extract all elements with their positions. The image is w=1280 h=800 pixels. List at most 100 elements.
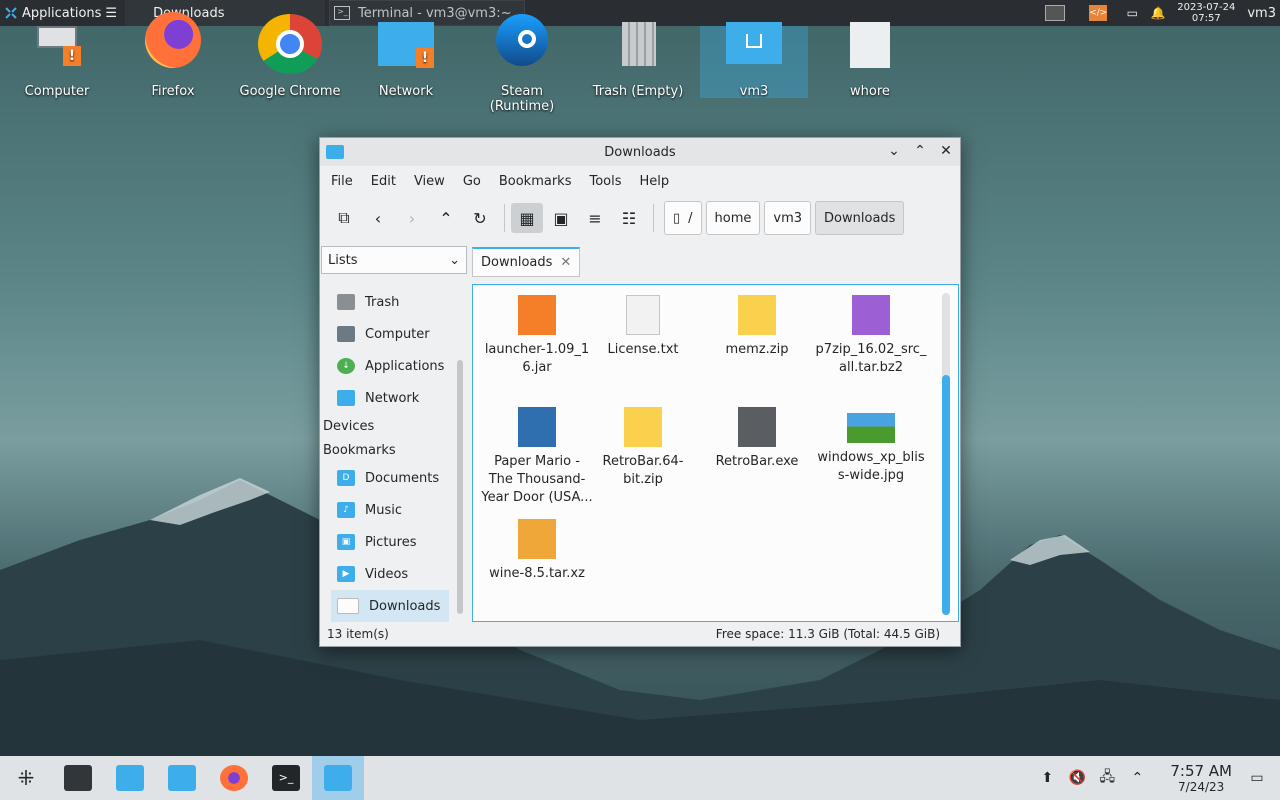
file-item[interactable]: memz.zip: [701, 295, 813, 359]
network-icon[interactable]: 🖧: [1092, 766, 1122, 790]
bookmark-documents[interactable]: D Documents: [321, 462, 449, 494]
menu-help[interactable]: Help: [631, 174, 679, 189]
top-clock[interactable]: 2023-07-24 07:57: [1177, 2, 1235, 24]
bookmarks-section[interactable]: Bookmarks: [321, 438, 469, 462]
taskbar-files[interactable]: [156, 756, 208, 800]
scrollbar-thumb[interactable]: [942, 375, 950, 615]
menu-file[interactable]: File: [322, 174, 362, 189]
settings-icon: [64, 765, 92, 791]
up-icon[interactable]: ⌃: [430, 203, 462, 233]
breadcrumb-home[interactable]: home: [705, 201, 761, 235]
file-item[interactable]: wine-8.5.tar.xz: [481, 519, 593, 583]
side-panel-select[interactable]: Lists ⌄: [321, 246, 467, 274]
breadcrumb-label: home: [714, 210, 752, 226]
pictures-folder-icon: ▣: [337, 534, 355, 550]
close-tab-icon[interactable]: ✕: [560, 255, 571, 270]
thumbnail-view-icon[interactable]: ▣: [545, 203, 577, 233]
file-item[interactable]: windows_xp_blis s-wide.jpg: [815, 407, 927, 485]
detail-view-icon[interactable]: ≡: [579, 203, 611, 233]
documents-folder-icon: D: [337, 470, 355, 486]
indicator-icon[interactable]: </>: [1089, 5, 1107, 21]
file-item[interactable]: RetroBar.exe: [701, 407, 813, 471]
desktop-icon-label: Trash (Empty): [592, 84, 684, 99]
compact-view-icon[interactable]: ☷: [613, 203, 645, 233]
minimize-icon[interactable]: ⌄: [886, 143, 902, 159]
user-label[interactable]: vm3: [1241, 6, 1280, 21]
taskbar-settings[interactable]: [52, 756, 104, 800]
place-computer[interactable]: Computer: [321, 318, 449, 350]
menu-view[interactable]: View: [405, 174, 454, 189]
place-applications[interactable]: ↓ Applications: [321, 350, 449, 382]
side-panel-scrollbar[interactable]: [457, 360, 463, 614]
bottom-clock[interactable]: 7:57 AM 7/24/23: [1170, 762, 1232, 794]
file-item[interactable]: p7zip_16.02_src_ all.tar.bz2: [815, 295, 927, 377]
breadcrumb-label: vm3: [773, 210, 803, 226]
place-label: Computer: [365, 326, 430, 342]
menu-bookmarks[interactable]: Bookmarks: [490, 174, 581, 189]
file-view-scrollbar[interactable]: [942, 293, 950, 615]
menu-edit[interactable]: Edit: [362, 174, 405, 189]
desktop-icon-trash[interactable]: Trash (Empty): [583, 22, 693, 99]
toolbar: ⧉ ‹ › ⌃ ↻ ▦ ▣ ≡ ☷ ▯ / home vm3 Downloads: [320, 196, 960, 240]
computer-icon: !: [29, 26, 85, 70]
desktop-icon-label: Firefox: [151, 84, 195, 99]
breadcrumb-root[interactable]: ▯ /: [664, 201, 702, 235]
file-item[interactable]: launcher-1.09_1 6.jar: [481, 295, 593, 377]
show-desktop-icon[interactable]: ▭: [1242, 770, 1272, 786]
bookmark-downloads[interactable]: Downloads: [331, 590, 449, 622]
terminal-icon: >_: [334, 6, 351, 20]
file-item[interactable]: RetroBar.64- bit.zip: [587, 407, 699, 489]
tab-downloads[interactable]: Downloads ✕: [472, 247, 581, 277]
launcher-button[interactable]: ⁜: [0, 756, 52, 800]
desktop-icon-home[interactable]: vm3: [700, 22, 808, 99]
maximize-icon[interactable]: ⌃: [912, 143, 928, 159]
breadcrumb-vm3[interactable]: vm3: [764, 201, 812, 235]
desktop-pager-icon[interactable]: [1045, 5, 1066, 21]
menu-tools[interactable]: Tools: [580, 174, 630, 189]
side-panel: Lists ⌄ Trash Computer ↓ Applications Ne…: [321, 246, 469, 622]
applications-menu-button[interactable]: Applications ☰: [0, 0, 123, 26]
menu-icon: ☰: [105, 5, 118, 21]
desktop-icon-network[interactable]: ! Network: [351, 22, 461, 99]
bookmark-videos[interactable]: ▶ Videos: [321, 558, 449, 590]
forward-icon[interactable]: ›: [396, 203, 428, 233]
menu-go[interactable]: Go: [454, 174, 490, 189]
clock-time: 7:57 AM: [1170, 762, 1232, 780]
desktop-icon-chrome[interactable]: Google Chrome: [235, 14, 345, 99]
desktop-icon-steam[interactable]: Steam (Runtime): [467, 14, 577, 114]
file-item[interactable]: Paper Mario - The Thousand- Year Door (USA…: [481, 407, 593, 507]
icon-view-icon[interactable]: ▦: [511, 203, 543, 233]
update-icon[interactable]: ⬆: [1032, 770, 1062, 786]
archive-file-icon: [518, 519, 556, 559]
devices-section[interactable]: Devices: [321, 414, 469, 438]
taskbar-terminal[interactable]: >_: [260, 756, 312, 800]
top-clock-time: 07:57: [1191, 13, 1221, 24]
close-icon[interactable]: ✕: [938, 143, 954, 159]
file-view[interactable]: launcher-1.09_1 6.jar License.txt memz.zip p…: [472, 284, 959, 622]
desktop-icon-computer[interactable]: ! Computer: [2, 26, 112, 99]
window-titlebar[interactable]: Downloads ⌄ ⌃ ✕: [320, 138, 960, 166]
desktop-icon-whore[interactable]: whore: [815, 22, 925, 99]
file-item[interactable]: License.txt: [587, 295, 699, 359]
desktop-icon-label: vm3: [739, 84, 769, 99]
desktop-icon-firefox[interactable]: Firefox: [118, 12, 228, 99]
top-system-tray: </> ▭ 🔔 2023-07-24 07:57 vm3: [1033, 0, 1280, 26]
taskbar-discover[interactable]: [104, 756, 156, 800]
place-network[interactable]: Network: [321, 382, 449, 414]
battery-icon[interactable]: ▭: [1123, 6, 1141, 20]
launcher-icon: ⁜: [17, 766, 35, 790]
chevron-up-icon[interactable]: ⌃: [1122, 770, 1152, 786]
notification-bell-icon[interactable]: 🔔: [1149, 6, 1167, 20]
place-trash[interactable]: Trash: [321, 286, 449, 318]
taskbar-firefox[interactable]: [208, 756, 260, 800]
taskbar-dolphin-active[interactable]: [312, 756, 364, 800]
volume-muted-icon[interactable]: 🔇: [1062, 770, 1092, 786]
image-file-icon: [847, 413, 895, 443]
file-name-line: The Thousand-: [488, 472, 586, 487]
bookmark-pictures[interactable]: ▣ Pictures: [321, 526, 449, 558]
bookmark-music[interactable]: ♪ Music: [321, 494, 449, 526]
breadcrumb-downloads[interactable]: Downloads: [815, 201, 905, 235]
back-icon[interactable]: ‹: [362, 203, 394, 233]
reload-icon[interactable]: ↻: [464, 203, 496, 233]
new-tab-icon[interactable]: ⧉: [328, 203, 360, 233]
